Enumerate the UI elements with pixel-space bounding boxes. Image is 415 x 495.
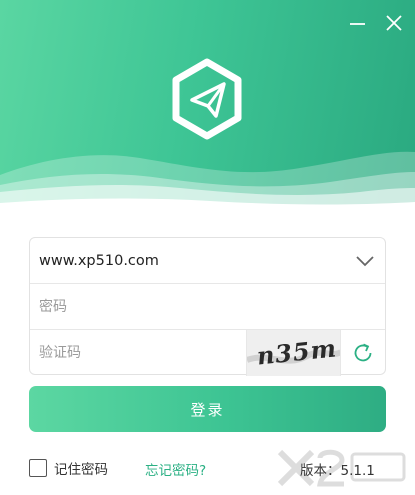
captcha-graphic: n35m xyxy=(247,330,340,376)
version-label: 版本：5.1.1 xyxy=(300,463,375,479)
header-banner xyxy=(0,0,415,218)
account-row xyxy=(30,238,385,284)
login-button[interactable]: 登录 xyxy=(29,386,386,432)
close-button[interactable] xyxy=(381,10,407,36)
captcha-row: n35m xyxy=(30,330,385,376)
account-dropdown-button[interactable] xyxy=(351,247,379,275)
minimize-icon xyxy=(350,23,365,25)
footer-bar: 记住密码 忘记密码? 版本：5.1.1 xyxy=(0,450,415,490)
minimize-button[interactable] xyxy=(345,10,371,36)
password-input[interactable] xyxy=(39,284,369,330)
captcha-refresh-button[interactable] xyxy=(340,330,385,376)
forgot-password-link[interactable]: 忘记密码? xyxy=(145,459,206,479)
account-input[interactable] xyxy=(39,238,349,284)
remember-password-toggle[interactable]: 记住密码 xyxy=(29,458,108,478)
chevron-down-icon xyxy=(356,256,374,267)
captcha-input[interactable] xyxy=(39,330,239,376)
remember-checkbox[interactable] xyxy=(29,459,47,477)
close-icon xyxy=(386,15,402,31)
app-logo xyxy=(166,58,248,140)
paper-plane-hexagon-icon xyxy=(172,58,242,140)
captcha-image[interactable]: n35m xyxy=(246,330,340,376)
remember-label: 记住密码 xyxy=(54,462,108,478)
refresh-icon xyxy=(354,343,372,362)
password-row xyxy=(30,284,385,330)
login-form: n35m xyxy=(29,237,386,376)
